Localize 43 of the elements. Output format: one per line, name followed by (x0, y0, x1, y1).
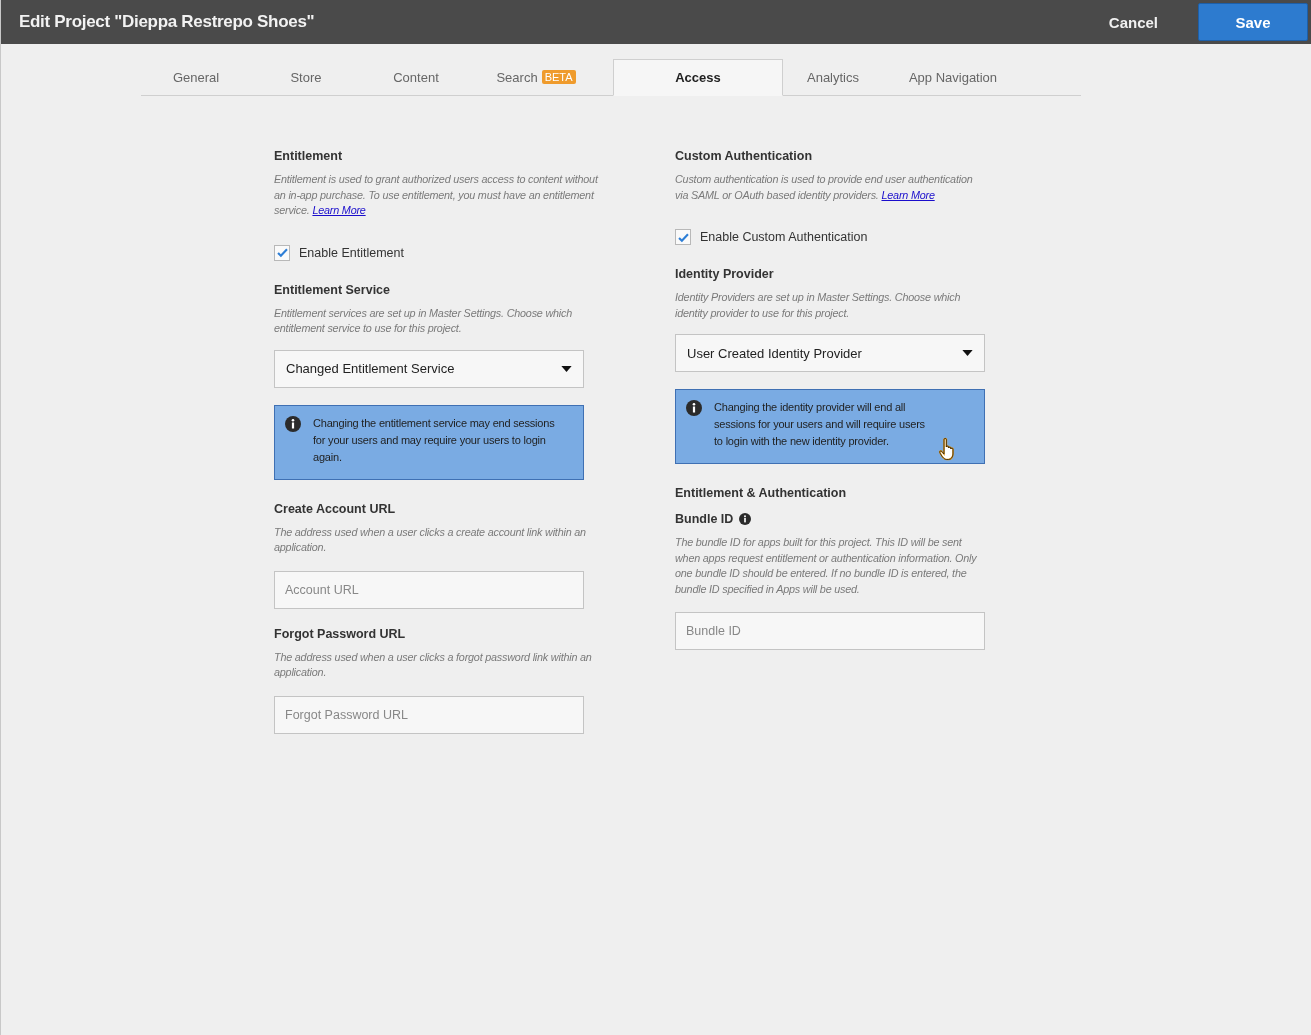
checkbox-label: Enable Custom Authentication (700, 230, 868, 244)
tab[interactable]: Search BETA (471, 59, 601, 95)
tab[interactable]: Access (613, 59, 783, 96)
tab[interactable]: App Navigation (883, 59, 1023, 95)
section-heading: Create Account URL (274, 501, 397, 516)
beta-badge: BETA (541, 70, 576, 84)
caret-icon (561, 365, 572, 372)
dropdown[interactable]: Changed Entitlement Service (274, 349, 584, 388)
checkbox[interactable] (675, 229, 691, 245)
section-heading: Entitlement (274, 149, 344, 163)
description-text: The bundle ID for apps built for this project. This ID will be sent when apps request entitlement or authentication information. Only one bundle ID should be entered. If no bundle ID is entered, the bundle ID specified in Apps will be used. (675, 535, 978, 597)
save-button[interactable]: Save (1198, 3, 1308, 41)
window-title: Edit Project "Dieppa Restrepo Shoes" (19, 12, 315, 32)
learn-more-link[interactable]: Learn More (312, 204, 366, 216)
field-label: Bundle ID (675, 512, 734, 526)
cancel-button[interactable]: Cancel (1102, 12, 1164, 32)
input-field[interactable]: Forgot Password URL (274, 695, 584, 734)
checkbox-label: Enable Entitlement (299, 245, 404, 260)
caret-icon (962, 350, 973, 356)
tab[interactable]: General (141, 59, 251, 95)
description-text: Custom authentication is used to provide end user authentication via SAML or OAuth based identity providers. Learn More (675, 172, 974, 203)
tab[interactable]: Content (361, 59, 471, 95)
section-heading: Identity Provider (675, 267, 775, 281)
info-icon (686, 400, 702, 416)
description-text: Entitlement services are set up in Master Settings. Choose which entitlement service to use for this project. (274, 305, 574, 336)
checkbox[interactable] (274, 244, 290, 261)
learn-more-link[interactable]: Learn More (881, 188, 935, 201)
input-field[interactable]: Bundle ID (675, 612, 985, 650)
section-heading: Entitlement & Authentication (675, 486, 848, 500)
description-text: Entitlement is used to grant authorized users access to content without an in-app purchase. To use entitlement, you must have an entitlement service. Learn More (274, 172, 600, 218)
input-field[interactable]: Account URL (274, 570, 584, 609)
description-text: The address used when a user clicks a create account link within an application. (274, 524, 587, 555)
tab[interactable]: Analytics (783, 59, 883, 95)
description-text: The address used when a user clicks a forgot password link within an application. (274, 649, 593, 680)
section-heading: Entitlement Service (274, 282, 391, 297)
dropdown[interactable]: User Created Identity Provider (675, 334, 985, 372)
alert-text: Changing the identity provider will end all sessions for your users and will require users to login with the new identity provider. (714, 400, 926, 449)
description-text: Identity Providers are set up in Master Settings. Choose which identity provider to use for this project. (675, 290, 962, 321)
tab[interactable]: Store (251, 59, 361, 95)
info-icon (285, 415, 301, 432)
alert-text: Changing the entitlement service may end sessions for your users and may require your users to login again. (313, 415, 556, 465)
section-heading: Custom Authentication (675, 149, 814, 163)
section-heading: Forgot Password URL (274, 626, 407, 641)
